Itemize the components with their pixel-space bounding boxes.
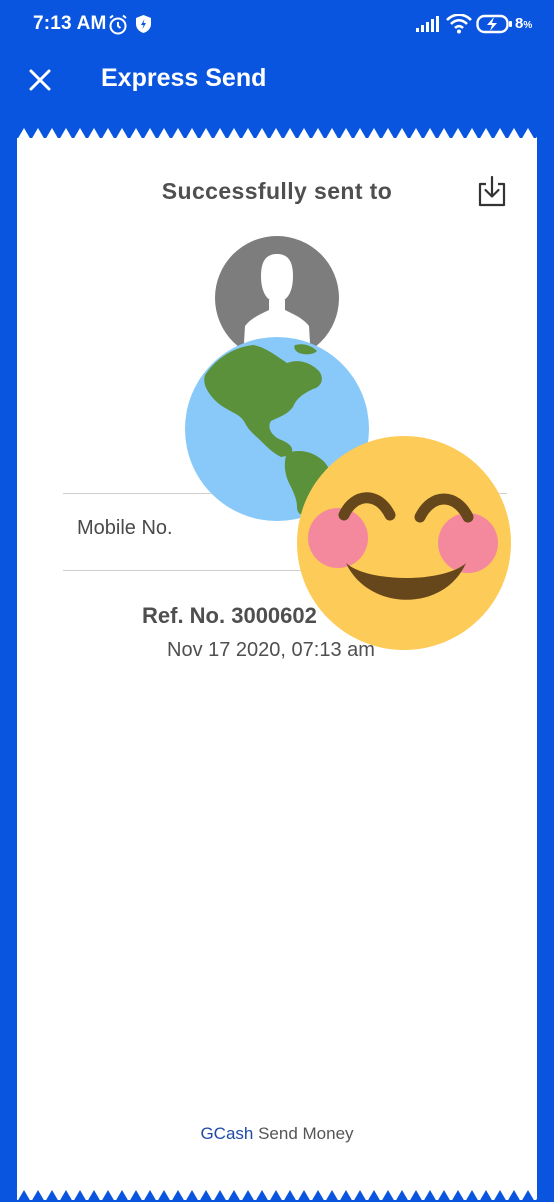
footer-label: Send Money	[258, 1124, 354, 1143]
download-icon	[478, 175, 506, 207]
reference-number: Ref. No. 3000602	[142, 603, 317, 628]
signal-icon	[416, 16, 440, 32]
receipt-card: Successfully sent to Mobile No. Ref. No.…	[17, 128, 537, 1202]
status-time: 7:13 AM	[33, 13, 107, 34]
shield-icon	[135, 14, 152, 34]
status-bar: 7:13 AM 8%	[0, 0, 554, 50]
page-title: Express Send	[101, 64, 267, 92]
download-button[interactable]	[475, 174, 509, 210]
wifi-icon	[446, 14, 472, 34]
battery-charging-icon	[476, 14, 514, 34]
smiling-emoji	[297, 436, 511, 650]
close-icon	[29, 69, 51, 91]
success-heading: Successfully sent to	[161, 178, 393, 204]
receipt-top-edge	[17, 128, 537, 142]
mobile-number-label: Mobile No.	[77, 517, 173, 539]
receipt-footer: GCash Send Money	[17, 1124, 537, 1144]
battery-percentage: 8%	[515, 15, 533, 32]
footer-brand: GCash	[200, 1124, 254, 1143]
alarm-icon	[108, 14, 128, 36]
app-bar: Express Send	[0, 50, 554, 130]
close-button[interactable]	[22, 62, 58, 98]
